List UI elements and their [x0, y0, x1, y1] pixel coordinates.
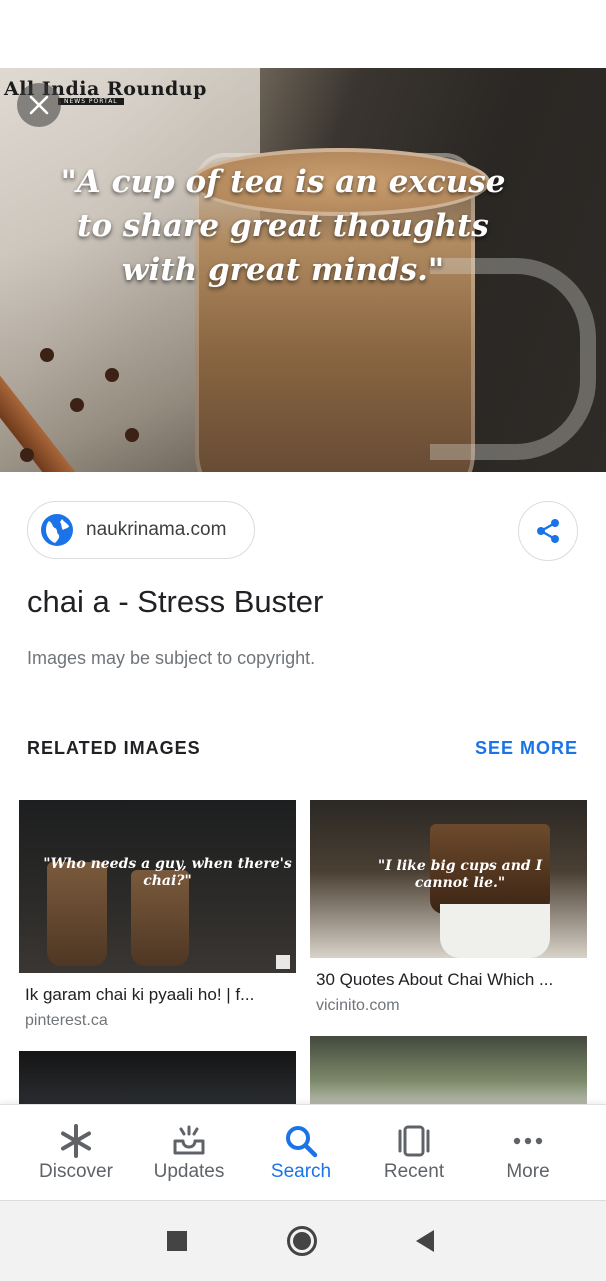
search-icon	[286, 1126, 318, 1158]
related-source: vicinito.com	[316, 997, 400, 1014]
bottom-navigation: Discover Updates Search Recent More	[0, 1104, 606, 1201]
share-button[interactable]	[518, 501, 578, 561]
image-title: chai a - Stress Buster	[27, 584, 324, 619]
nav-more[interactable]: More	[472, 1105, 584, 1201]
clove-decoration	[125, 428, 139, 442]
status-bar	[0, 0, 606, 68]
nav-discover[interactable]: Discover	[20, 1105, 132, 1201]
related-image-thumbnail[interactable]: "I like big cups and I cannot lie."	[310, 800, 587, 958]
source-link-chip[interactable]: naukrinama.com	[27, 501, 255, 559]
related-caption[interactable]: 30 Quotes About Chai Which ...	[316, 970, 553, 990]
asterisk-icon	[61, 1124, 91, 1158]
home-circle-icon[interactable]	[286, 1225, 318, 1257]
nav-label: Discover	[39, 1161, 113, 1182]
clove-decoration	[105, 368, 119, 382]
copyright-notice: Images may be subject to copyright.	[27, 648, 316, 668]
related-image-thumbnail[interactable]	[19, 1051, 296, 1111]
recents-square-icon[interactable]	[166, 1230, 188, 1252]
thumb-watermark	[276, 955, 290, 969]
more-dots-icon	[513, 1137, 543, 1145]
thumb-quote: "Who needs a guy, when there's chai?"	[43, 856, 292, 889]
nav-label: More	[506, 1161, 550, 1182]
nav-label: Updates	[153, 1161, 225, 1182]
related-image-thumbnail[interactable]	[310, 1036, 587, 1111]
related-caption[interactable]: Ik garam chai ki pyaali ho! | f...	[25, 985, 254, 1005]
clove-decoration	[40, 348, 54, 362]
related-source: pinterest.ca	[25, 1012, 108, 1029]
nav-recent[interactable]: Recent	[358, 1105, 470, 1201]
hero-image: All India Roundup NEWS PORTAL "A cup of …	[0, 68, 606, 472]
clove-decoration	[20, 448, 34, 462]
related-images-heading: RELATED IMAGES	[27, 738, 201, 758]
close-icon	[29, 95, 49, 115]
clove-decoration	[70, 398, 84, 412]
hero-quote: "A cup of tea is an excuse to share grea…	[60, 164, 506, 288]
share-icon	[537, 519, 559, 543]
watermark-logo-sub: NEWS PORTAL	[58, 98, 124, 105]
thumb-quote: "I like big cups and I cannot lie."	[377, 858, 543, 891]
source-domain: naukrinama.com	[86, 519, 227, 540]
system-navigation-bar	[0, 1200, 606, 1281]
related-image-thumbnail[interactable]: "Who needs a guy, when there's chai?"	[19, 800, 296, 973]
close-button[interactable]	[17, 83, 61, 127]
see-more-link[interactable]: SEE MORE	[475, 738, 578, 759]
nav-label: Search	[270, 1161, 332, 1182]
globe-icon	[41, 514, 73, 546]
recent-tabs-icon	[398, 1125, 430, 1157]
back-triangle-icon[interactable]	[414, 1229, 436, 1253]
nav-search[interactable]: Search	[245, 1105, 357, 1201]
nav-label: Recent	[383, 1161, 445, 1182]
inbox-icon	[173, 1125, 205, 1155]
nav-updates[interactable]: Updates	[133, 1105, 245, 1201]
thumb-mug	[440, 904, 550, 958]
